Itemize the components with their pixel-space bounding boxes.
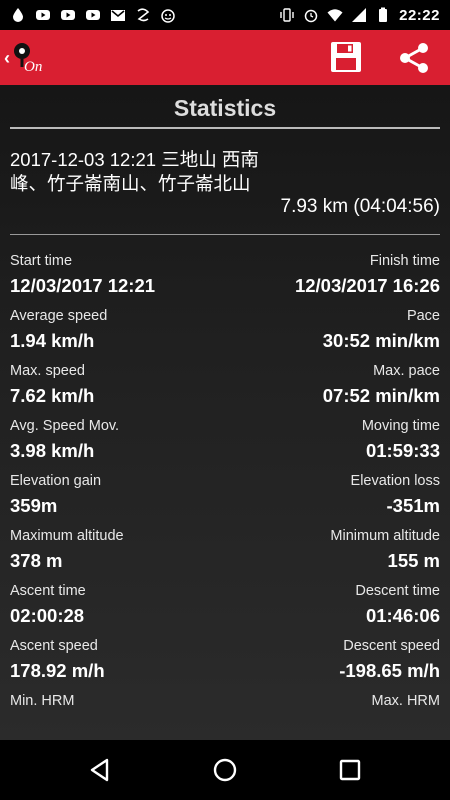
avg-speed-moving-label: Avg. Speed Mov. [10,418,120,434]
battery-icon [379,7,388,22]
max-pace-value: 07:52 min/km [322,385,440,406]
signal-icon [352,8,367,22]
wifi-icon [327,9,343,22]
ascent-speed-value: 178.92 m/h [10,660,105,681]
descent-time-label: Descent time [355,583,440,599]
min-hrm-label: Min. HRM [10,693,75,709]
stat-row: Ascent speed 178.92 m/h Descent speed -198… [10,637,440,692]
recents-square-icon[interactable] [336,756,364,784]
ascent-time-value: 02:00:28 [10,605,85,626]
track-summary: 2017-12-03 12:21 三地山 西南峰、竹子崙南山、竹子崙北山 7.9… [10,148,440,224]
average-speed-label: Average speed [10,308,108,324]
max-hrm-label: Max. HRM [371,693,440,709]
svg-text:On: On [24,59,42,75]
pace-label: Pace [406,308,440,324]
descent-speed-value: -198.65 m/h [339,660,440,681]
stat-row: Ascent time 02:00:28 Descent time 01:46:06 [10,582,440,637]
clock: 22:22 [399,6,440,24]
start-time-label: Start time [10,253,73,269]
track-total: 7.93 km (04:04:56) [280,196,440,217]
elevation-loss-label: Elevation loss [350,473,440,489]
stats-grid: Start time 12/03/2017 12:21 Finish time 12… [10,252,440,747]
stat-row: Min. HRM Max. HRM [10,692,440,747]
ascent-time-label: Ascent time [10,583,86,599]
youtube-icon [86,10,100,20]
moving-time-label: Moving time [361,418,440,434]
finish-time-label: Finish time [369,253,440,269]
max-speed-value: 7.62 km/h [10,385,95,406]
descent-speed-label: Descent speed [343,638,440,654]
descent-time-value: 01:46:06 [365,605,440,626]
average-speed-value: 1.94 km/h [10,330,95,351]
page-title: Statistics [173,95,277,121]
track-title: 2017-12-03 12:21 三地山 西南峰、竹子崙南山、竹子崙北山 [10,149,259,194]
app-logo-icon: On [14,43,42,75]
gmail-icon [111,10,125,21]
home-circle-icon[interactable] [211,756,239,784]
alarm-icon [304,9,318,23]
youtube-icon [61,10,75,20]
maximum-altitude-label: Maximum altitude [10,528,124,544]
elevation-gain-label: Elevation gain [10,473,102,489]
stat-row: Start time 12/03/2017 12:21 Finish time 12… [10,252,440,307]
moving-time-value: 01:59:33 [365,440,440,461]
smiley-icon [161,9,175,23]
vibrate-icon [280,8,294,22]
max-speed-label: Max. speed [10,363,85,379]
title-divider [10,127,440,129]
ascent-speed-label: Ascent speed [10,638,98,654]
stat-row: Elevation gain 359m Elevation loss -351m [10,472,440,527]
system-nav-bar [0,740,450,800]
elevation-gain-value: 359m [10,495,58,516]
minimum-altitude-label: Minimum altitude [330,528,440,544]
back-triangle-icon[interactable] [86,756,114,784]
youtube-icon [36,10,50,20]
back-button[interactable]: ‹ On [4,40,50,76]
statistics-panel[interactable]: Statistics 2017-12-03 12:21 三地山 西南峰、竹子崙南… [0,85,450,740]
summary-divider [10,234,440,235]
app-icon [137,8,150,22]
share-icon[interactable] [396,40,432,76]
minimum-altitude-value: 155 m [387,550,440,571]
notification-icons [10,7,176,23]
elevation-loss-value: -351m [386,495,440,516]
app-bar: ‹ On [0,30,450,85]
stat-row: Maximum altitude 378 m Minimum altitude 15… [10,527,440,582]
drop-icon [13,8,23,22]
start-time-value: 12/03/2017 12:21 [10,275,156,296]
finish-time-value: 12/03/2017 16:26 [294,275,440,296]
stat-row: Max. speed 7.62 km/h Max. pace 07:52 min/k… [10,362,440,417]
avg-speed-moving-value: 3.98 km/h [10,440,95,461]
stat-row: Average speed 1.94 km/h Pace 30:52 min/km [10,307,440,362]
stat-row: Avg. Speed Mov. 3.98 km/h Moving time 01:5… [10,417,440,472]
max-pace-label: Max. pace [373,363,440,379]
status-bar: 22:22 [0,0,450,30]
save-icon[interactable] [329,40,363,74]
maximum-altitude-value: 378 m [10,550,63,571]
pace-value: 30:52 min/km [322,330,440,351]
system-icons: 22:22 [279,7,440,24]
